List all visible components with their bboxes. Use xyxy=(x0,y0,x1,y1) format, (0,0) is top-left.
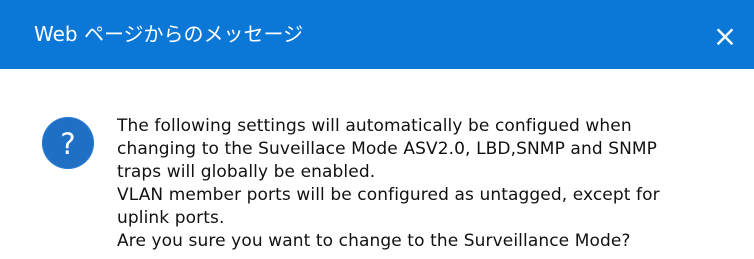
dialog-message: The following settings will automaticall… xyxy=(117,115,737,253)
confirm-dialog: Web ページからのメッセージ × ? The following settin… xyxy=(0,0,754,259)
close-button[interactable]: × xyxy=(696,0,754,69)
message-line-4: VLAN member ports will be configured as … xyxy=(117,185,660,205)
message-line-1: The following settings will automaticall… xyxy=(117,116,632,136)
message-line-5: uplink ports. xyxy=(117,208,225,228)
message-line-3: traps will globally be enabled. xyxy=(117,162,376,182)
dialog-title: Web ページからのメッセージ xyxy=(34,22,304,46)
close-icon[interactable]: × xyxy=(713,22,737,51)
dialog-titlebar: Web ページからのメッセージ × xyxy=(0,0,754,69)
dialog-content: ? The following settings will automatica… xyxy=(0,69,754,259)
question-mark-icon: ? xyxy=(60,126,76,161)
message-line-6: Are you sure you want to change to the S… xyxy=(117,231,631,251)
question-icon: ? xyxy=(42,117,94,169)
message-line-2: changing to the Suveillace Mode ASV2.0, … xyxy=(117,139,658,159)
